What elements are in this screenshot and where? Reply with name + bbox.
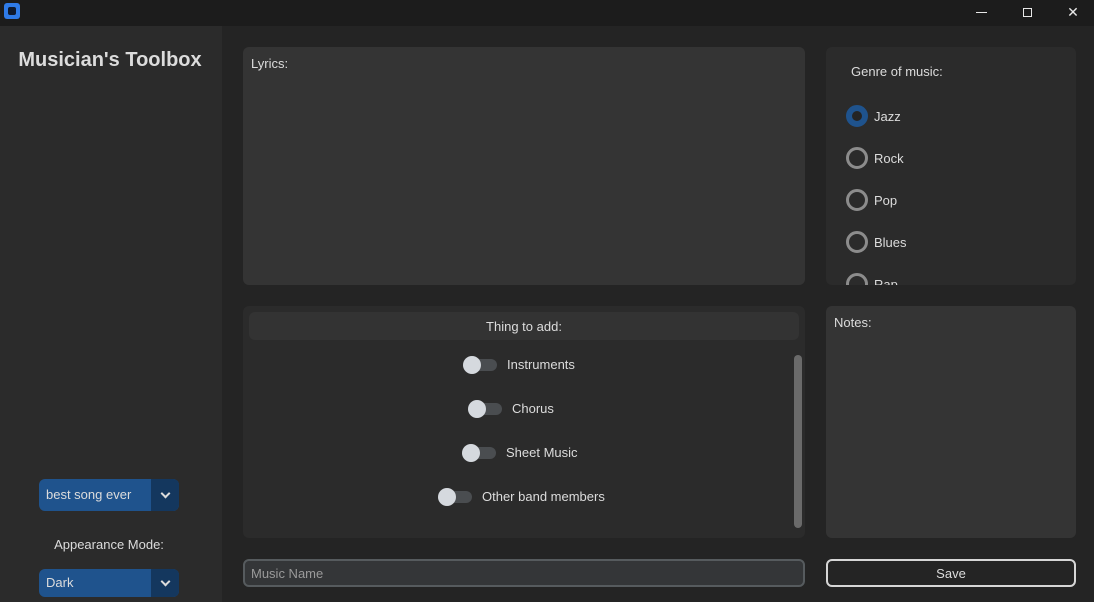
radio-icon[interactable] [846,231,868,253]
radio-selected-icon[interactable] [846,105,868,127]
switch-track[interactable] [438,487,472,506]
song-select-value: best song ever [46,487,132,502]
appearance-mode-arrow[interactable] [151,569,179,597]
genre-option-label: Jazz [874,108,901,124]
genre-option-label: Rock [874,150,904,166]
genre-option-label: Pop [874,192,898,208]
radio-icon[interactable] [846,273,868,285]
minimize-button[interactable] [958,0,1004,24]
switch-label: Sheet Music [506,445,578,460]
switch-chorus[interactable]: Chorus [468,399,554,418]
switch-instruments[interactable]: Instruments [463,355,575,374]
sidebar [0,26,222,602]
music-name-input[interactable] [243,559,805,587]
switch-label: Other band members [482,489,605,504]
appearance-mode-value: Dark [46,575,74,590]
song-select[interactable]: best song ever [39,479,179,511]
lyrics-label: Lyrics: [251,56,289,71]
close-button[interactable]: ✕ [1050,0,1094,24]
chevron-down-icon [160,488,170,499]
switch-track[interactable] [468,399,502,418]
radio-icon[interactable] [846,189,868,211]
lyrics-textbox[interactable]: Lyrics: [243,47,805,285]
genre-option-label: Rap [874,276,898,286]
app-title: Musician's Toolbox [18,49,202,71]
save-button[interactable]: Save [826,559,1076,587]
switch-sheet-music[interactable]: Sheet Music [462,443,578,462]
app-icon [4,3,20,19]
song-select-arrow[interactable] [151,479,179,511]
appearance-mode-select[interactable]: Dark [39,569,179,597]
genre-panel: Genre of music: Jazz Rock Pop Blues Rap [826,47,1076,285]
maximize-button[interactable] [1004,0,1050,24]
switch-knob[interactable] [468,399,486,418]
switch-other-band-members[interactable]: Other band members [438,487,605,506]
chevron-down-icon [160,576,170,587]
notes-label: Notes: [834,315,872,330]
title-bar: ✕ [0,0,1094,26]
genre-radio-rock[interactable]: Rock [846,147,904,169]
close-icon: ✕ [1067,3,1079,20]
minimize-icon [975,11,987,13]
genre-radio-rap[interactable]: Rap [846,273,898,285]
switch-label: Chorus [512,401,554,416]
genre-radio-jazz[interactable]: Jazz [846,105,901,127]
things-to-add-header: Thing to add: [249,312,799,340]
switch-knob[interactable] [462,443,480,462]
switch-knob[interactable] [438,487,456,506]
appearance-mode-label: Appearance Mode: [54,537,164,552]
switch-track[interactable] [463,355,497,374]
notes-textbox[interactable]: Notes: [826,306,1076,538]
switch-knob[interactable] [463,355,481,374]
maximize-icon [1022,7,1032,17]
switch-track[interactable] [462,443,496,462]
genre-radio-pop[interactable]: Pop [846,189,897,211]
genre-radio-blues[interactable]: Blues [846,231,907,253]
genre-option-label: Blues [874,234,907,250]
genre-label: Genre of music: [851,64,943,79]
switch-label: Instruments [507,357,575,372]
radio-icon[interactable] [846,147,868,169]
things-scrollbar[interactable] [794,355,802,528]
